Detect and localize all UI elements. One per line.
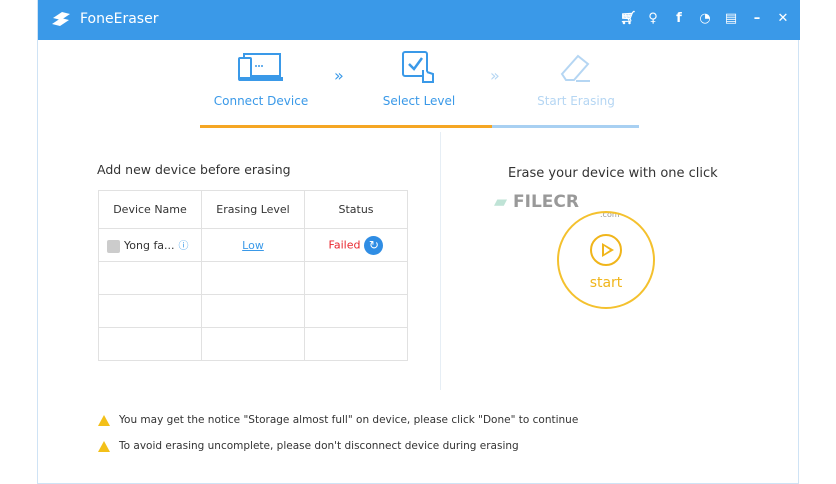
right-heading: Erase your device with one click: [508, 166, 718, 181]
app-logo-icon: [52, 12, 70, 26]
app-title: FoneEraser: [80, 11, 159, 27]
warning-text: To avoid erasing uncomplete, please don'…: [119, 440, 519, 452]
table-row: [98, 261, 408, 295]
chevron-right-icon: »: [334, 66, 344, 85]
step-connect-device: Connect Device: [201, 48, 321, 108]
step-label: Select Level: [382, 94, 456, 108]
warning-icon: [98, 414, 110, 426]
device-icon: [201, 48, 321, 88]
device-name: Yong fa...: [124, 239, 175, 253]
checkbox-hand-icon: [359, 48, 479, 88]
play-icon: [590, 234, 622, 266]
progress-bar-track: [492, 125, 639, 128]
device-table: Device Name Erasing Level Status Yong fa…: [98, 190, 408, 361]
key-icon[interactable]: ♀︎: [646, 11, 660, 26]
table-row: Yong fa... ⓘ Low Failed ↻: [98, 228, 408, 262]
start-label: start: [589, 275, 623, 291]
device-checkbox[interactable]: [107, 239, 120, 253]
left-heading: Add new device before erasing: [97, 162, 291, 177]
col-device-name: Device Name: [98, 190, 202, 229]
chevron-right-icon: »: [490, 66, 500, 85]
minimize-icon[interactable]: –: [750, 11, 764, 26]
close-icon[interactable]: ✕: [776, 11, 790, 26]
status-text: Failed: [328, 238, 361, 251]
col-status: Status: [304, 190, 408, 229]
table-row: [98, 294, 408, 328]
app-window: FoneEraser 🛒︎ ♀︎ f ◔ ▤ – ✕ Connect Devic…: [37, 0, 800, 484]
retry-icon[interactable]: ↻: [364, 235, 384, 255]
warning-text: You may get the notice "Storage almost f…: [119, 414, 579, 426]
title-bar: FoneEraser 🛒︎ ♀︎ f ◔ ▤ – ✕: [38, 0, 800, 40]
erasing-level-link[interactable]: Low: [242, 239, 264, 252]
info-icon[interactable]: ⓘ: [179, 241, 189, 252]
warning-1: You may get the notice "Storage almost f…: [98, 414, 578, 426]
table-header: Device Name Erasing Level Status: [98, 190, 408, 229]
warning-2: To avoid erasing uncomplete, please don'…: [98, 440, 519, 452]
progress-bar-fill: [200, 125, 492, 128]
eraser-icon: [516, 48, 636, 88]
watermark-text: FILECR: [513, 192, 579, 212]
table-row: [98, 327, 408, 361]
feedback-icon[interactable]: ▤: [724, 11, 738, 26]
cart-icon[interactable]: 🛒︎: [620, 11, 637, 26]
step-start-erasing: Start Erasing: [516, 48, 636, 108]
watermark: ▰ FILECR .com: [494, 192, 620, 219]
facebook-icon[interactable]: f: [672, 11, 686, 26]
col-erasing-level: Erasing Level: [201, 190, 305, 229]
step-label: Start Erasing: [537, 94, 615, 108]
start-button[interactable]: start: [557, 211, 655, 309]
warning-icon: [98, 440, 110, 452]
step-label: Connect Device: [213, 94, 309, 108]
divider: [440, 132, 441, 390]
chat-icon[interactable]: ◔: [698, 11, 712, 26]
step-select-level: Select Level: [359, 48, 479, 108]
